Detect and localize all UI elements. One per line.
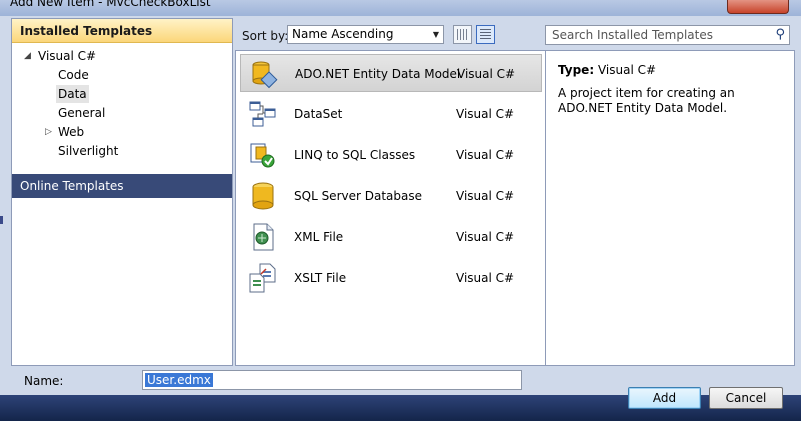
add-button[interactable]: Add <box>628 387 701 409</box>
dropdown-arrow-icon: ▼ <box>432 30 439 39</box>
template-item-linq-to-sql-classes[interactable]: LINQ to SQL Classes Visual C# <box>240 136 542 174</box>
grid-view-icon <box>457 29 468 40</box>
template-type: Type: Visual C# <box>558 63 656 77</box>
xml-file-icon <box>253 223 274 251</box>
template-item-sql-server-database[interactable]: SQL Server Database Visual C# <box>240 177 542 215</box>
templates-list: ADO.NET Entity Data Model Visual C# Data… <box>235 50 546 366</box>
collapse-arrow-icon[interactable]: ◢ <box>24 51 31 61</box>
name-input[interactable]: User.edmx <box>142 370 522 390</box>
sort-by-value: Name Ascending <box>292 27 394 41</box>
tree-item-visual-csharp[interactable]: Visual C# <box>38 47 96 65</box>
tree-item-silverlight[interactable]: Silverlight <box>58 142 118 160</box>
entity-model-icon <box>252 61 278 89</box>
template-categories-pane: Installed Templates ◢ Visual C# Code Dat… <box>11 18 233 366</box>
tree-item-web[interactable]: Web <box>58 123 84 141</box>
add-new-item-dialog: Installed Templates ◢ Visual C# Code Dat… <box>0 16 801 421</box>
template-language: Visual C# <box>456 230 515 244</box>
template-description: A project item for creating an ADO.NET E… <box>558 86 735 115</box>
edge-accent <box>0 216 3 224</box>
template-item-xslt-file[interactable]: XSLT File Visual C# <box>240 259 542 297</box>
search-installed-templates-input[interactable]: Search Installed Templates ⚲ <box>545 25 790 45</box>
template-details-pane: Type: Visual C# A project item for creat… <box>545 50 795 366</box>
close-button[interactable] <box>727 0 789 14</box>
database-icon <box>252 182 274 210</box>
template-name: LINQ to SQL Classes <box>294 148 416 162</box>
template-item-dataset[interactable]: DataSet Visual C# <box>240 95 542 133</box>
details-view-button[interactable] <box>476 25 495 44</box>
template-language: Visual C# <box>457 67 516 81</box>
search-placeholder: Search Installed Templates <box>552 28 713 42</box>
template-name: SQL Server Database <box>294 189 422 203</box>
type-label: Type: <box>558 63 595 77</box>
tree-item-data[interactable]: Data <box>56 85 89 103</box>
expand-arrow-icon[interactable]: ▷ <box>45 127 52 137</box>
template-name: DataSet <box>294 107 343 121</box>
template-language: Visual C# <box>456 189 515 203</box>
template-language: Visual C# <box>456 148 515 162</box>
xslt-file-icon <box>249 263 276 293</box>
template-name: XSLT File <box>294 271 347 285</box>
name-label: Name: <box>24 374 64 388</box>
template-language: Visual C# <box>456 107 515 121</box>
linq-icon <box>250 143 275 168</box>
dataset-icon <box>249 101 276 127</box>
search-icon[interactable]: ⚲ <box>775 26 785 44</box>
window-title: Add New Item - MvcCheckBoxList <box>10 0 211 9</box>
sort-by-label: Sort by: <box>242 29 289 43</box>
small-icons-view-button[interactable] <box>453 25 472 44</box>
template-language: Visual C# <box>456 271 515 285</box>
template-name: XML File <box>294 230 344 244</box>
window-titlebar: Add New Item - MvcCheckBoxList <box>0 0 801 16</box>
type-value: Visual C# <box>597 63 657 77</box>
template-item-ado-net-entity-data-model[interactable]: ADO.NET Entity Data Model Visual C# <box>240 54 542 92</box>
online-templates-header[interactable]: Online Templates <box>12 174 232 198</box>
tree-item-general[interactable]: General <box>58 104 105 122</box>
sort-by-dropdown[interactable]: Name Ascending ▼ <box>287 25 444 44</box>
template-item-xml-file[interactable]: XML File Visual C# <box>240 218 542 256</box>
list-view-icon <box>480 29 491 40</box>
installed-templates-header[interactable]: Installed Templates <box>12 19 232 43</box>
name-input-value: User.edmx <box>145 373 213 387</box>
tree-item-code[interactable]: Code <box>58 66 89 84</box>
cancel-button[interactable]: Cancel <box>709 387 783 409</box>
template-name: ADO.NET Entity Data Model <box>295 67 461 81</box>
